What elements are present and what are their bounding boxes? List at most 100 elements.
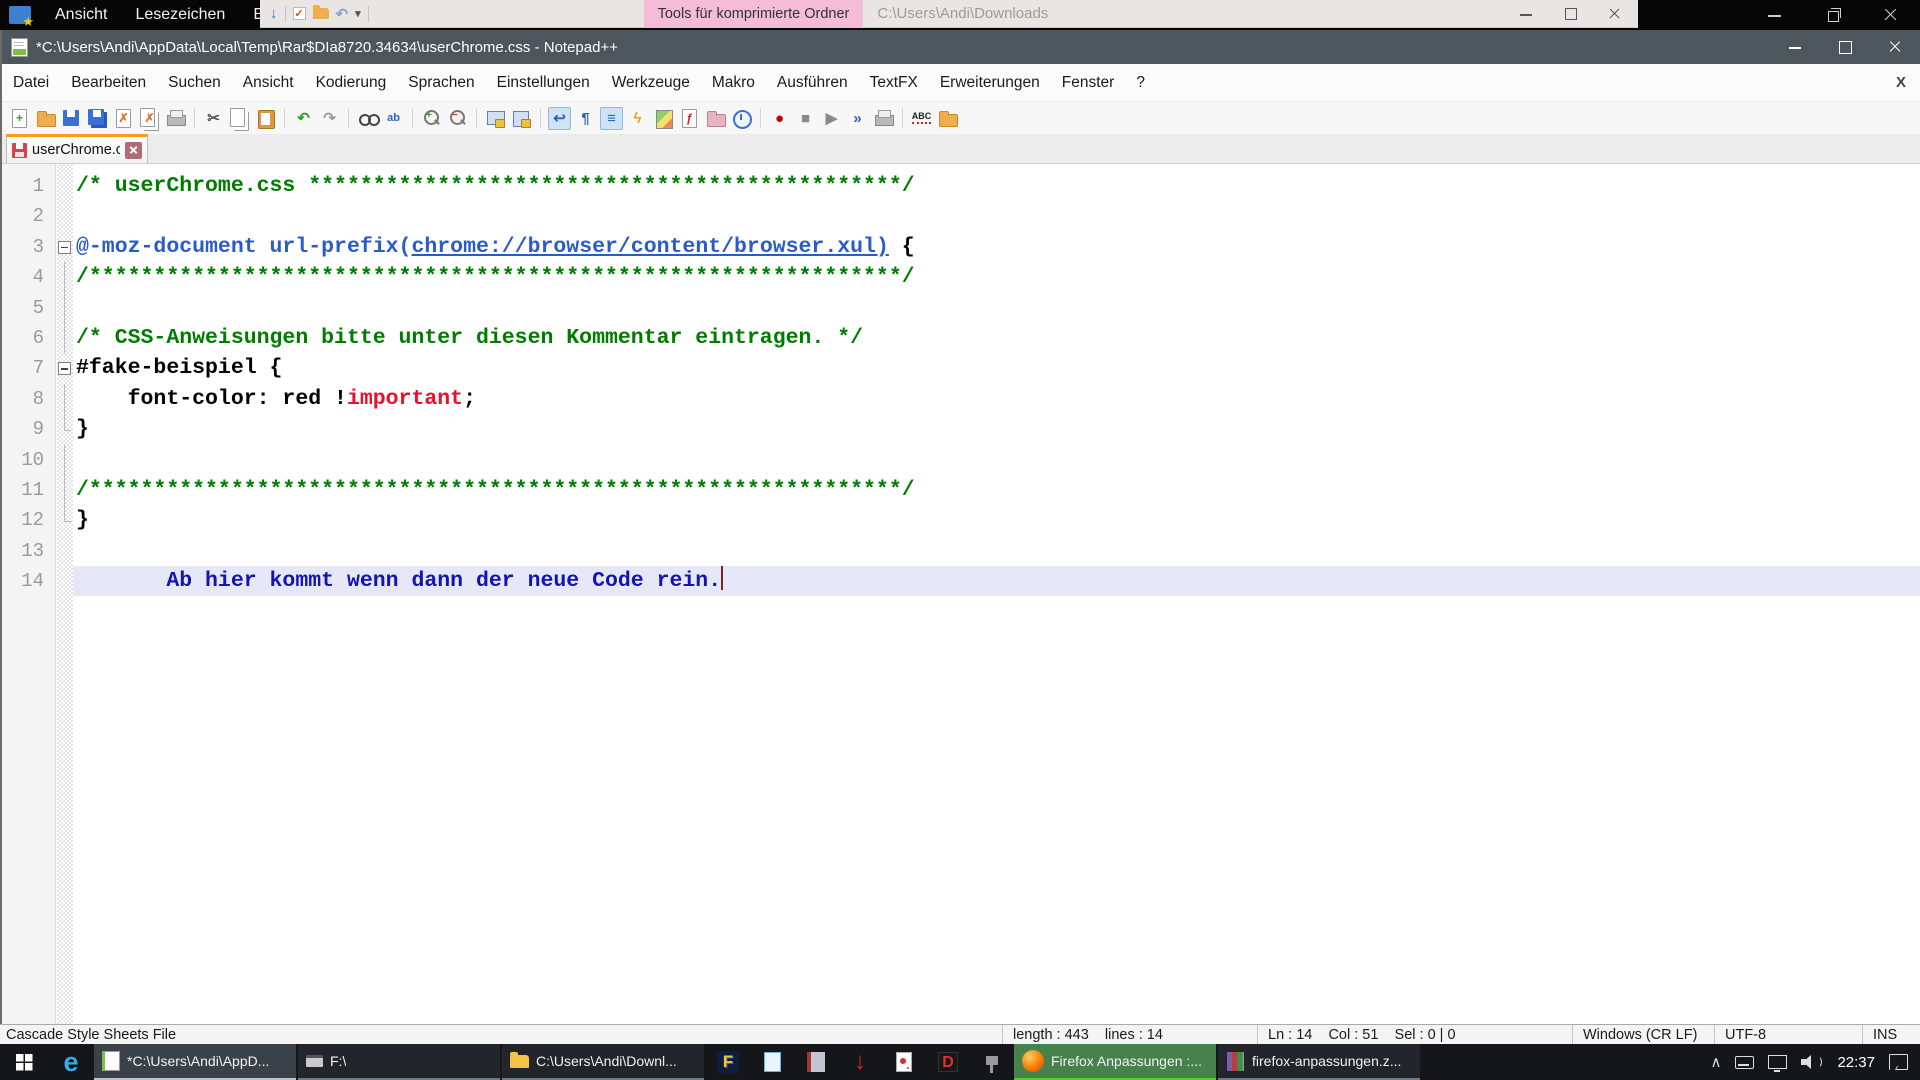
- start-button[interactable]: [0, 1044, 48, 1080]
- menu-item-einstellungen[interactable]: Einstellungen: [486, 74, 601, 92]
- folder-as-workspace-button[interactable]: [704, 107, 727, 130]
- pinned-book[interactable]: [794, 1044, 838, 1080]
- code-text[interactable]: [73, 201, 1920, 231]
- editor-line[interactable]: 6/* CSS-Anweisungen bitte unter diesen K…: [2, 323, 1920, 353]
- word-wrap-button[interactable]: ↩: [548, 107, 571, 130]
- sync-scroll-v-button[interactable]: [484, 107, 507, 130]
- tray-clock[interactable]: 22:37: [1837, 1054, 1875, 1071]
- document-map-button[interactable]: [652, 107, 675, 130]
- fold-marker-box[interactable]: [57, 353, 73, 383]
- code-text[interactable]: /***************************************…: [73, 475, 1920, 505]
- task-drive-f[interactable]: F:\: [298, 1044, 500, 1080]
- code-text[interactable]: }: [73, 414, 1920, 444]
- task-downloads-folder[interactable]: C:\Users\Andi\Downl...: [502, 1044, 704, 1080]
- menu-item-ansicht[interactable]: Ansicht: [41, 6, 121, 23]
- macro-run-multiple-button[interactable]: »: [846, 107, 869, 130]
- pinned-notes[interactable]: [750, 1044, 794, 1080]
- maximize-button[interactable]: [1548, 0, 1592, 27]
- status-eol-format[interactable]: Windows (CR LF): [1572, 1025, 1714, 1044]
- close-all-button[interactable]: ✗: [138, 107, 161, 130]
- speaker-icon[interactable]: [1801, 1054, 1823, 1070]
- menubar-close-icon[interactable]: X: [1896, 74, 1920, 91]
- editor-line[interactable]: 5: [2, 293, 1920, 323]
- new-file-button[interactable]: +: [8, 107, 31, 130]
- close-button[interactable]: [1870, 30, 1920, 64]
- code-text[interactable]: }: [73, 505, 1920, 535]
- tab-close-icon[interactable]: [125, 142, 142, 159]
- minimize-button[interactable]: [1770, 30, 1820, 64]
- editor-line[interactable]: 4/**************************************…: [2, 262, 1920, 292]
- editor-line[interactable]: 8 font-color: red !important;: [2, 384, 1920, 414]
- redo-button[interactable]: ↷: [318, 107, 341, 130]
- replace-button[interactable]: ab: [382, 107, 405, 130]
- cut-button[interactable]: ✂: [202, 107, 225, 130]
- zoom-out-button[interactable]: −: [446, 107, 469, 130]
- menu-item-ansicht[interactable]: Ansicht: [232, 74, 305, 92]
- fold-marker-box[interactable]: [57, 232, 73, 262]
- editor-line[interactable]: 1/* userChrome.css *********************…: [2, 171, 1920, 201]
- menu-item-fenster[interactable]: Fenster: [1051, 74, 1126, 92]
- snippets-button[interactable]: [936, 107, 959, 130]
- user-defined-language-button[interactable]: ϟ: [626, 107, 649, 130]
- code-text[interactable]: [73, 293, 1920, 323]
- code-text[interactable]: Ab hier kommt wenn dann der neue Code re…: [73, 566, 1920, 596]
- editor-line[interactable]: 13: [2, 536, 1920, 566]
- folder-icon[interactable]: [313, 8, 329, 19]
- display-icon[interactable]: [1768, 1055, 1787, 1069]
- macro-record-button[interactable]: ●: [768, 107, 791, 130]
- editor-line[interactable]: 11/*************************************…: [2, 475, 1920, 505]
- action-center-icon[interactable]: [1889, 1054, 1908, 1070]
- save-file-button[interactable]: [60, 107, 83, 130]
- minimize-button[interactable]: [1504, 0, 1548, 27]
- close-file-button[interactable]: ✗: [112, 107, 135, 130]
- undo-icon[interactable]: ↶: [336, 5, 349, 23]
- function-list-button[interactable]: ƒ: [678, 107, 701, 130]
- tray-overflow-chevron-icon[interactable]: ∧: [1710, 1053, 1721, 1071]
- fold-marker-line[interactable]: [57, 293, 73, 323]
- document-monitor-button[interactable]: [730, 107, 753, 130]
- sync-scroll-h-button[interactable]: [510, 107, 533, 130]
- close-button[interactable]: [1862, 0, 1920, 30]
- pinned-downloader[interactable]: ↓: [838, 1044, 882, 1080]
- maximize-button[interactable]: [1820, 30, 1870, 64]
- fold-marker-line[interactable]: [57, 384, 73, 414]
- paste-button[interactable]: [254, 107, 277, 130]
- zoom-in-button[interactable]: +: [420, 107, 443, 130]
- menu-item-sprachen[interactable]: Sprachen: [397, 74, 485, 92]
- macro-stop-button[interactable]: ■: [794, 107, 817, 130]
- touch-keyboard-icon[interactable]: [1735, 1056, 1754, 1069]
- menu-item-lesezeichen[interactable]: Lesezeichen: [121, 6, 239, 23]
- fold-marker-end[interactable]: [57, 414, 73, 444]
- menu-item-bearbeiten[interactable]: Bearbeiten: [60, 74, 157, 92]
- task-winrar-archive[interactable]: firefox-anpassungen.z...: [1218, 1044, 1420, 1080]
- status-encoding[interactable]: UTF-8: [1714, 1025, 1862, 1044]
- pinned-firefox-f[interactable]: F: [706, 1044, 750, 1080]
- editor-line[interactable]: 10: [2, 445, 1920, 475]
- code-text[interactable]: /***************************************…: [73, 262, 1920, 292]
- code-text[interactable]: [73, 445, 1920, 475]
- indent-guide-button[interactable]: ≡: [600, 107, 623, 130]
- macro-play-button[interactable]: ▶: [820, 107, 843, 130]
- code-text[interactable]: [73, 536, 1920, 566]
- pinned-document[interactable]: [882, 1044, 926, 1080]
- minimize-button[interactable]: [1746, 0, 1804, 30]
- menu-item-werkzeuge[interactable]: Werkzeuge: [601, 74, 701, 92]
- fold-marker-line[interactable]: [57, 475, 73, 505]
- task-firefox-anpassungen[interactable]: Firefox Anpassungen :...: [1014, 1044, 1216, 1080]
- fold-marker-end[interactable]: [57, 505, 73, 535]
- menu-item-kodierung[interactable]: Kodierung: [305, 74, 398, 92]
- menu-item-[interactable]: ?: [1125, 74, 1156, 92]
- code-text[interactable]: /* CSS-Anweisungen bitte unter diesen Ko…: [73, 323, 1920, 353]
- fold-marker-line[interactable]: [57, 323, 73, 353]
- find-button[interactable]: [356, 107, 379, 130]
- print-button[interactable]: [164, 107, 187, 130]
- ribbon-tab-compressed-tools[interactable]: Tools für komprimierte Ordner: [644, 0, 864, 28]
- status-insert-mode[interactable]: INS: [1862, 1025, 1920, 1044]
- editor-line-current[interactable]: 14 Ab hier kommt wenn dann der neue Code…: [2, 566, 1920, 596]
- spell-check-button[interactable]: ABC: [910, 107, 933, 130]
- code-text[interactable]: font-color: red !important;: [73, 384, 1920, 414]
- fold-marker-line[interactable]: [57, 445, 73, 475]
- edge-taskbar-icon[interactable]: e: [48, 1044, 94, 1080]
- menu-item-makro[interactable]: Makro: [701, 74, 766, 92]
- menu-item-ausfhren[interactable]: Ausführen: [766, 74, 859, 92]
